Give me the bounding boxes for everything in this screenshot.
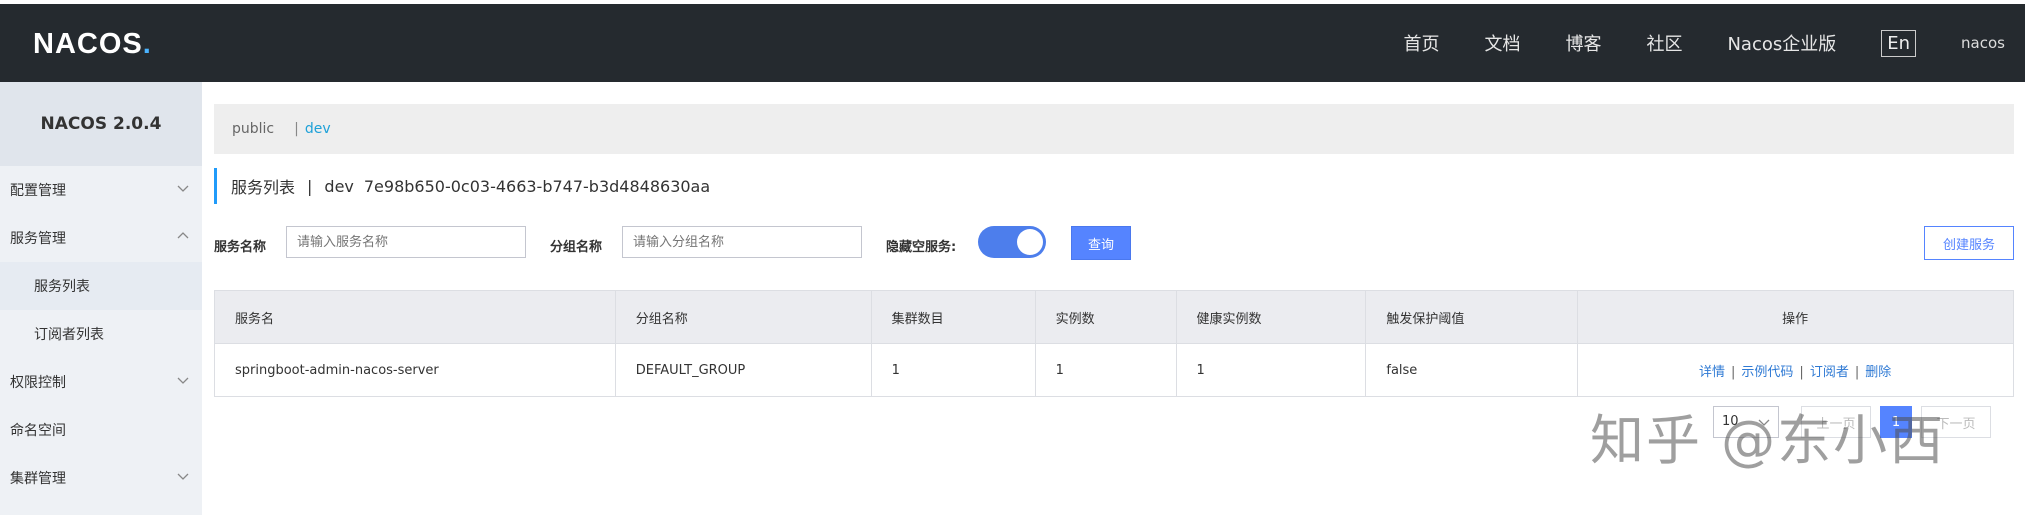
nacos-logo[interactable]: NACOS. <box>33 28 152 61</box>
sidebar-item-subscribers[interactable]: 订阅者列表 <box>0 310 202 358</box>
action-separator: | <box>1731 364 1736 380</box>
sidebar-item-service-list[interactable]: 服务列表 <box>0 262 202 310</box>
logo-dot: . <box>142 28 152 60</box>
sidebar-item-label: 集群管理 <box>10 471 66 487</box>
subscriber-link[interactable]: 订阅者 <box>1810 365 1849 380</box>
sidebar-item-auth[interactable]: 权限控制 <box>0 358 202 406</box>
top-header: NACOS. 首页 文档 博客 社区 Nacos企业版 En nacos <box>0 4 2025 82</box>
delete-link[interactable]: 删除 <box>1865 365 1891 380</box>
namespace-dev[interactable]: dev <box>305 121 331 137</box>
sidebar: NACOS 2.0.4 配置管理 服务管理 服务列表 订阅者列表 权限控制 命名… <box>0 82 202 515</box>
nav-community[interactable]: 社区 <box>1646 30 1682 56</box>
chevron-down-icon <box>177 377 189 384</box>
service-name-label: 服务名称 <box>214 240 267 255</box>
col-healthy-count: 健康实例数 <box>1175 290 1367 344</box>
cell-group-name: DEFAULT_GROUP <box>614 343 872 397</box>
service-table: 服务名 分组名称 集群数目 实例数 健康实例数 触发保护阈值 操作 spring… <box>214 290 2014 397</box>
sidebar-item-label: 权限控制 <box>10 375 66 391</box>
cell-service-name: springboot-admin-nacos-server <box>214 343 616 397</box>
action-separator: | <box>1799 364 1804 380</box>
nav-blog[interactable]: 博客 <box>1565 30 1601 56</box>
col-threshold: 触发保护阈值 <box>1365 290 1579 344</box>
chevron-up-icon <box>177 232 189 239</box>
toggle-knob <box>1017 229 1043 255</box>
sidebar-item-label: 服务列表 <box>34 279 90 295</box>
hide-empty-toggle[interactable] <box>978 226 1046 258</box>
col-group-name: 分组名称 <box>614 290 872 344</box>
title-text: 服务列表 <box>231 178 296 197</box>
search-form: 服务名称 分组名称 隐藏空服务: 查询 创建服务 <box>214 226 2014 262</box>
sidebar-item-label: 订阅者列表 <box>34 327 104 343</box>
nav-enterprise[interactable]: Nacos企业版 <box>1727 30 1836 56</box>
col-cluster-count: 集群数目 <box>870 290 1036 344</box>
version-title: NACOS 2.0.4 <box>0 82 202 166</box>
namespace-bar: public | dev <box>214 104 2014 154</box>
page-title: 服务列表 | dev 7e98b650-0c03-4663-b747-b3d48… <box>214 168 710 204</box>
sidebar-item-label: 命名空间 <box>10 423 66 439</box>
action-separator: | <box>1854 364 1860 380</box>
user-menu[interactable]: nacos <box>1961 34 2005 52</box>
cell-healthy-count: 1 <box>1175 343 1367 397</box>
nav-home[interactable]: 首页 <box>1403 30 1439 56</box>
language-switch[interactable]: En <box>1881 29 1917 57</box>
cell-instance-count: 1 <box>1034 343 1177 397</box>
sidebar-item-config[interactable]: 配置管理 <box>0 166 202 214</box>
cell-cluster-count: 1 <box>870 343 1036 397</box>
table-header-row: 服务名 分组名称 集群数目 实例数 健康实例数 触发保护阈值 操作 <box>214 290 2014 344</box>
sidebar-item-cluster[interactable]: 集群管理 <box>0 454 202 502</box>
logo-text: NACOS <box>33 28 143 60</box>
query-button[interactable]: 查询 <box>1071 226 1131 260</box>
title-separator: | <box>307 176 313 196</box>
table-row: springboot-admin-nacos-server DEFAULT_GR… <box>214 343 2014 397</box>
col-instance-count: 实例数 <box>1034 290 1177 344</box>
chevron-down-icon <box>177 185 189 192</box>
sample-code-link[interactable]: 示例代码 <box>1741 365 1793 380</box>
cell-threshold: false <box>1365 343 1579 397</box>
service-name-input[interactable] <box>286 226 526 258</box>
sidebar-item-service-mgmt[interactable]: 服务管理 <box>0 214 202 262</box>
cell-actions: 详情 | 示例代码 | 订阅者 | 删除 <box>1577 343 2014 397</box>
top-nav: 首页 文档 博客 社区 Nacos企业版 En nacos <box>1403 4 2025 82</box>
title-namespace: dev <box>324 176 354 196</box>
col-service-name: 服务名 <box>214 290 616 344</box>
watermark-text: 知乎 @东小西 <box>1590 409 1946 472</box>
create-service-button[interactable]: 创建服务 <box>1924 226 2014 260</box>
namespace-public[interactable]: public <box>232 121 274 137</box>
chevron-down-icon <box>177 473 189 480</box>
namespace-separator: | <box>294 121 299 137</box>
sidebar-item-label: 服务管理 <box>10 231 66 247</box>
col-actions: 操作 <box>1577 290 2014 344</box>
group-name-label: 分组名称 <box>550 240 603 255</box>
sidebar-item-namespace[interactable]: 命名空间 <box>0 406 202 454</box>
hide-empty-label: 隐藏空服务: <box>886 240 957 255</box>
detail-link[interactable]: 详情 <box>1699 365 1725 380</box>
title-namespace-id: 7e98b650-0c03-4663-b747-b3d4848630aa <box>363 176 711 196</box>
sidebar-item-label: 配置管理 <box>10 183 66 199</box>
nav-docs[interactable]: 文档 <box>1484 30 1520 56</box>
group-name-input[interactable] <box>622 226 862 258</box>
